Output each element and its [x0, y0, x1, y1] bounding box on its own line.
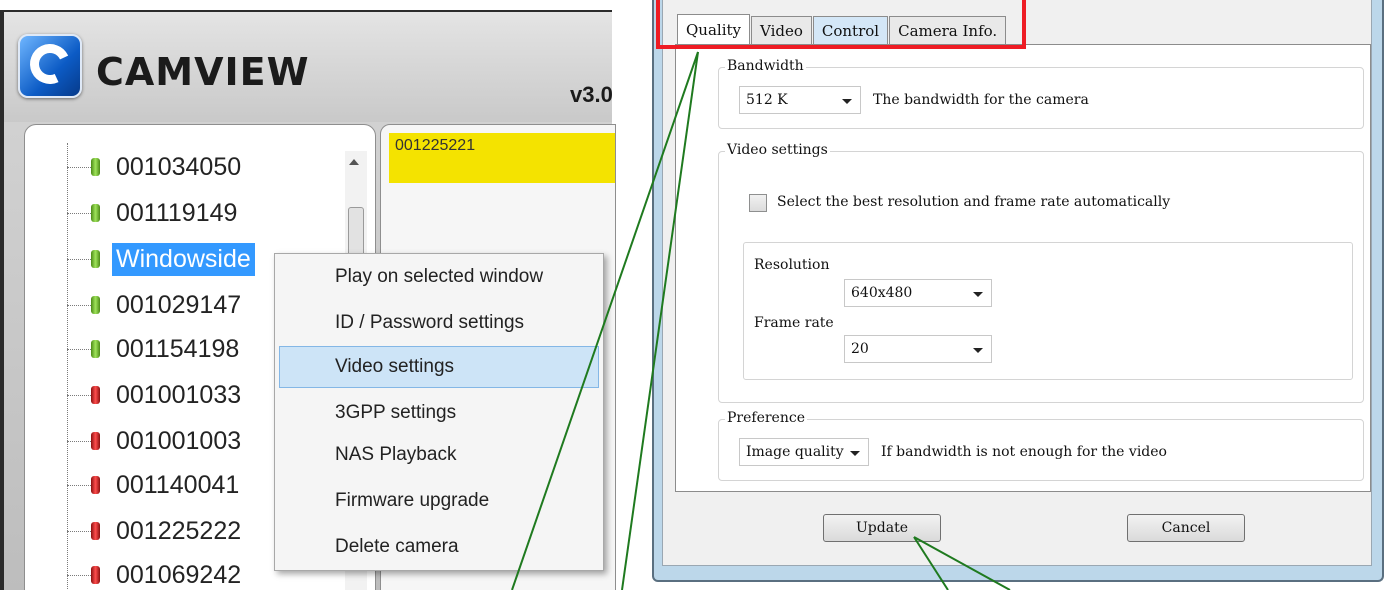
- tab-highlight-annotation: [656, 0, 1026, 49]
- camera-label: 001034050: [116, 152, 242, 181]
- tree-item-camera[interactable]: 001119149: [67, 193, 241, 233]
- camera-label: 001119149: [116, 198, 238, 227]
- chevron-down-icon: [850, 451, 860, 456]
- auto-resolution-label: Select the best resolution and frame rat…: [777, 194, 1171, 210]
- bandwidth-description: The bandwidth for the camera: [873, 92, 1089, 108]
- resolution-label: Resolution: [754, 257, 830, 273]
- cancel-button[interactable]: Cancel: [1127, 514, 1245, 542]
- camera-offline-icon: [91, 476, 100, 494]
- frame-rate-select[interactable]: 20: [844, 335, 992, 363]
- bandwidth-group-title: Bandwidth: [725, 58, 806, 74]
- chevron-down-icon: [842, 99, 852, 104]
- auto-resolution-checkbox[interactable]: [749, 194, 767, 212]
- camera-online-icon: [91, 340, 100, 358]
- bandwidth-select[interactable]: 512 K: [739, 86, 861, 114]
- camera-label: 001069242: [116, 560, 242, 589]
- camera-offline-icon: [91, 566, 100, 584]
- tree-item-camera[interactable]: 001029147: [67, 285, 245, 325]
- tree-item-camera[interactable]: 001034050: [67, 147, 245, 187]
- camera-label: 001225222: [116, 516, 242, 545]
- chevron-down-icon: [973, 348, 983, 353]
- update-button[interactable]: Update: [823, 514, 941, 542]
- frame-rate-label: Frame rate: [754, 315, 834, 331]
- version-label: v3.0: [570, 82, 613, 107]
- video-settings-dialog: Quality Video Control Camera Info. Bandw…: [652, 0, 1384, 582]
- dialog-client-area: Quality Video Control Camera Info. Bandw…: [662, 0, 1372, 566]
- camera-online-icon: [91, 204, 100, 222]
- camera-label: 001140041: [116, 470, 240, 499]
- tree-item-camera[interactable]: 001001003: [67, 421, 245, 461]
- camera-offline-icon: [91, 432, 100, 450]
- tree-item-camera[interactable]: 001154198: [67, 329, 243, 369]
- preference-group-title: Preference: [725, 410, 807, 426]
- quality-tab-content: Bandwidth 512 K The bandwidth for the ca…: [675, 44, 1371, 492]
- chevron-down-icon: [973, 292, 983, 297]
- preference-description: If bandwidth is not enough for the video: [881, 444, 1167, 460]
- menu-item-firmware-upgrade[interactable]: Firmware upgrade: [275, 480, 603, 522]
- preference-group: Preference Image quality If bandwidth is…: [718, 410, 1364, 481]
- camview-logo-icon: [18, 34, 82, 98]
- tree-item-camera[interactable]: 001069242: [67, 555, 245, 590]
- menu-item-nas-playback[interactable]: NAS Playback: [275, 434, 603, 476]
- camera-online-icon: [91, 296, 100, 314]
- video-settings-group-title: Video settings: [725, 142, 830, 158]
- resolution-framerate-group: Resolution 640x480 Frame rate 20: [743, 242, 1353, 380]
- tree-item-camera-selected[interactable]: Windowside: [67, 239, 255, 279]
- camera-label: Windowside: [112, 242, 255, 276]
- camera-label: 001001033: [116, 380, 242, 409]
- menu-item-id-password-settings[interactable]: ID / Password settings: [275, 302, 603, 344]
- menu-item-play-on-selected-window[interactable]: Play on selected window: [275, 256, 603, 298]
- bandwidth-group: Bandwidth 512 K The bandwidth for the ca…: [718, 58, 1364, 129]
- scroll-up-arrow-icon[interactable]: [349, 159, 359, 165]
- camera-online-icon: [91, 250, 100, 268]
- resolution-value: 640x480: [851, 285, 913, 301]
- camera-label: 001029147: [116, 290, 242, 319]
- menu-item-delete-camera[interactable]: Delete camera: [275, 526, 603, 568]
- camera-offline-icon: [91, 522, 100, 540]
- tree-item-camera[interactable]: 001140041: [67, 465, 243, 505]
- bandwidth-value: 512 K: [746, 92, 788, 108]
- resolution-select[interactable]: 640x480: [844, 279, 992, 307]
- preference-value: Image quality: [746, 444, 844, 460]
- tree-item-camera[interactable]: 001225222: [67, 511, 245, 551]
- brand-title: CAMVIEW: [96, 50, 310, 94]
- frame-rate-value: 20: [851, 341, 869, 357]
- preference-select[interactable]: Image quality: [739, 438, 869, 466]
- camera-label: 001154198: [116, 334, 240, 363]
- menu-item-video-settings[interactable]: Video settings: [279, 346, 599, 388]
- context-menu: Play on selected window ID / Password se…: [274, 253, 604, 571]
- menu-item-3gpp-settings[interactable]: 3GPP settings: [275, 392, 603, 434]
- video-settings-group: Video settings Select the best resolutio…: [718, 142, 1364, 403]
- camera-online-icon: [91, 158, 100, 176]
- camera-offline-icon: [91, 386, 100, 404]
- camera-label: 001001003: [116, 426, 242, 455]
- tree-item-camera[interactable]: 001001033: [67, 375, 245, 415]
- app-header: CAMVIEW v3.0: [4, 12, 613, 122]
- video-window-title: 001225221: [389, 133, 615, 183]
